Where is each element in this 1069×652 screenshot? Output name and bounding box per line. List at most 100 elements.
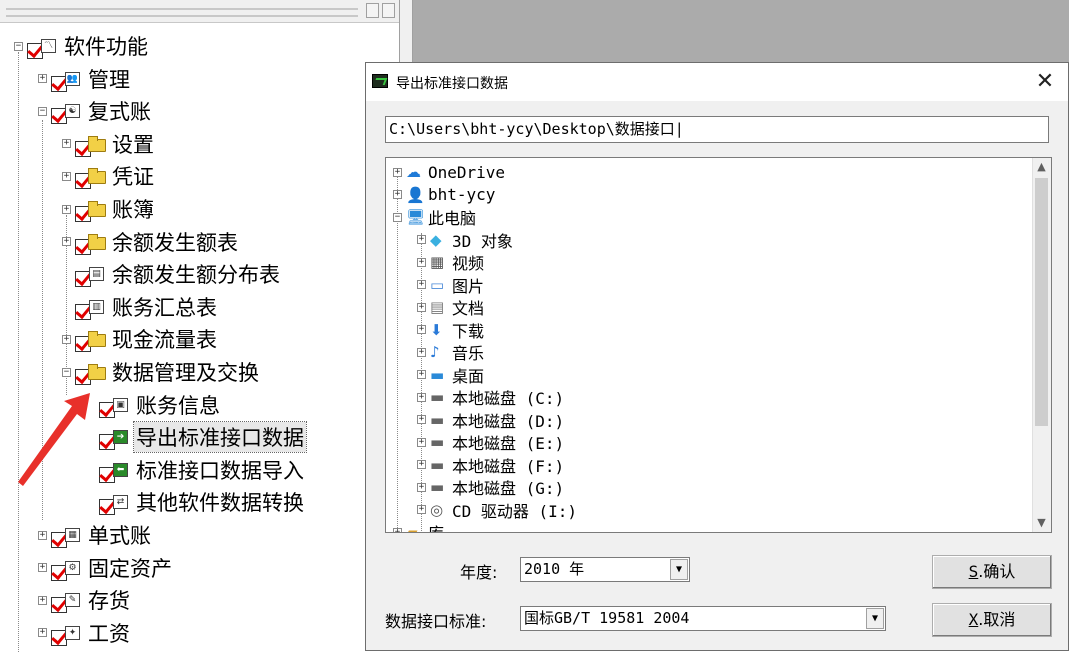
tree-item[interactable]: + 现金流量表: [62, 323, 219, 355]
standard-value: 国标GB/T 19581 2004: [524, 609, 690, 627]
scroll-thumb[interactable]: [1035, 178, 1048, 426]
tree-item[interactable]: − ☯ 复式账: [38, 95, 153, 127]
folder-tree-item[interactable]: + ♪ 音乐: [417, 341, 484, 363]
tree-item[interactable]: + ⚙ 固定资产: [38, 552, 174, 584]
expand-icon[interactable]: +: [417, 460, 426, 469]
documents-icon: ▤: [430, 298, 445, 316]
expand-icon[interactable]: +: [417, 347, 426, 357]
expand-icon[interactable]: +: [417, 370, 426, 379]
folder-tree-item[interactable]: + ◆ 3D 对象: [417, 229, 513, 251]
folder-tree-item[interactable]: + ☁ OneDrive: [393, 161, 505, 183]
expand-icon[interactable]: +: [417, 235, 426, 244]
folder-tree-item[interactable]: + ◎ CD 驱动器 (I:): [417, 499, 577, 521]
folder-tree-item[interactable]: + ▭ 图片: [417, 274, 484, 296]
chevron-down-icon[interactable]: ▼: [670, 559, 688, 580]
tree-item[interactable]: ▣ 账务信息: [86, 389, 222, 421]
cancel-button[interactable]: X.取消: [932, 603, 1052, 637]
path-input[interactable]: C:\Users\bht-ycy\Desktop\数据接口: [385, 116, 1049, 143]
tree-item[interactable]: + 凭证: [62, 160, 156, 192]
tree-item[interactable]: + 设置: [62, 128, 156, 160]
expand-icon[interactable]: +: [62, 139, 71, 149]
close-button[interactable]: ✕: [1022, 63, 1068, 101]
tree-item-label: 现金流量表: [112, 328, 217, 353]
folder-tree-item[interactable]: + ▰ 库: [393, 521, 444, 532]
tree-item[interactable]: ⬅ 标准接口数据导入: [86, 454, 306, 486]
tree-item[interactable]: + ✎ 存货: [38, 584, 132, 616]
expand-icon[interactable]: +: [38, 563, 47, 573]
folder-tree-label: 本地磁盘 (G:): [452, 479, 565, 498]
folder-tree-item[interactable]: + ▬ 本地磁盘 (E:): [417, 431, 564, 453]
scroll-down-icon[interactable]: ▼: [1033, 514, 1050, 532]
tree-item-label: 账务信息: [136, 393, 220, 418]
tree-item-label: 数据管理及交换: [112, 361, 259, 385]
folder-tree-item[interactable]: + ▬ 本地磁盘 (C:): [417, 386, 564, 408]
expand-icon[interactable]: +: [393, 527, 402, 532]
folder-tree-item[interactable]: − 🖥 此电脑: [393, 206, 476, 228]
tree-item-label: 余额发生额表: [112, 230, 238, 255]
expand-icon[interactable]: +: [62, 204, 71, 214]
expand-icon[interactable]: +: [417, 257, 426, 267]
expand-icon[interactable]: +: [62, 171, 71, 181]
toolbar-button[interactable]: [366, 3, 379, 18]
tree-item[interactable]: ▥ 账务汇总表: [62, 291, 219, 323]
expand-icon[interactable]: +: [393, 190, 402, 199]
tree-item[interactable]: ➔ 导出标准接口数据: [86, 421, 307, 454]
scroll-up-icon[interactable]: ▲: [1033, 158, 1050, 176]
folder-tree-item[interactable]: + ▬ 本地磁盘 (G:): [417, 476, 564, 498]
collapse-icon[interactable]: −: [62, 367, 71, 377]
expand-icon[interactable]: +: [417, 437, 426, 447]
folder-tree-item[interactable]: + 👤 bht-ycy: [393, 184, 495, 206]
tree-item[interactable]: ⇄ 其他软件数据转换: [86, 486, 306, 518]
folder-tree-item[interactable]: + ⬇ 下载: [417, 319, 484, 341]
tree-line: [42, 120, 43, 520]
expand-icon[interactable]: +: [38, 628, 47, 638]
folder-tree-label: 本地磁盘 (E:): [452, 434, 565, 453]
expand-icon[interactable]: +: [417, 482, 426, 492]
folder-tree-label: 文档: [452, 299, 485, 318]
expand-icon[interactable]: +: [38, 595, 47, 605]
folder-tree-item[interactable]: + ▦ 视频: [417, 251, 484, 273]
chart-icon: 〽: [40, 38, 58, 54]
expand-icon[interactable]: +: [417, 415, 426, 424]
expand-icon[interactable]: +: [62, 334, 71, 344]
tree-item[interactable]: ▤ 余额发生额分布表: [62, 258, 282, 290]
folder-tree-label: bht-ycy: [428, 185, 496, 204]
folder-tree-item[interactable]: + ▬ 本地磁盘 (F:): [417, 454, 564, 476]
collapse-icon[interactable]: −: [393, 212, 402, 222]
drive-icon: ▬: [430, 455, 445, 474]
expand-icon[interactable]: +: [62, 237, 71, 247]
tree-item[interactable]: − 〽软件功能: [14, 30, 150, 62]
drive-icon: ▬: [430, 410, 445, 429]
convert-icon: ⇄: [112, 494, 130, 510]
tree-item[interactable]: − 数据管理及交换: [62, 356, 261, 388]
folder-tree-item[interactable]: + ▤ 文档: [417, 296, 484, 318]
folder-tree[interactable]: + ☁ OneDrive + 👤 bht-ycy − 🖥 此电脑 + ◆ 3D 对象 + ▦ 视频 + ▭ 图片 +…: [385, 157, 1052, 533]
expand-icon[interactable]: +: [417, 280, 426, 289]
tree-item[interactable]: + 余额发生额表: [62, 226, 240, 258]
tree-item[interactable]: + 👥 管理: [38, 63, 132, 95]
folder-tree-item[interactable]: + ▬ 本地磁盘 (D:): [417, 409, 564, 431]
folder-tree-label: 此电脑: [428, 209, 477, 228]
expand-icon[interactable]: +: [393, 167, 402, 177]
chevron-down-icon[interactable]: ▼: [866, 608, 884, 629]
tree-item-label: 管理: [88, 67, 130, 92]
expand-icon[interactable]: +: [417, 505, 426, 514]
folder-tree-item[interactable]: + ▬ 桌面: [417, 364, 484, 386]
expand-icon[interactable]: +: [417, 302, 426, 312]
tree-item[interactable]: + ✦ 工资: [38, 617, 132, 649]
collapse-icon[interactable]: −: [14, 41, 23, 51]
expand-icon[interactable]: +: [417, 325, 426, 334]
toolbar-grip[interactable]: [6, 8, 358, 17]
tree-item[interactable]: + ▦ 单式账: [38, 519, 153, 551]
confirm-button[interactable]: S.确认: [932, 555, 1052, 589]
cd-drive-icon: ◎: [430, 500, 444, 519]
collapse-icon[interactable]: −: [38, 106, 47, 116]
toolbar-button[interactable]: [382, 3, 395, 18]
expand-icon[interactable]: +: [417, 392, 426, 402]
tree-item[interactable]: + 账簿: [62, 193, 156, 225]
folder-tree-scrollbar[interactable]: ▲ ▼: [1032, 158, 1051, 532]
year-select[interactable]: 2010 年 ▼: [520, 557, 690, 582]
expand-icon[interactable]: +: [38, 530, 47, 540]
expand-icon[interactable]: +: [38, 74, 47, 84]
standard-select[interactable]: 国标GB/T 19581 2004 ▼: [520, 606, 886, 631]
